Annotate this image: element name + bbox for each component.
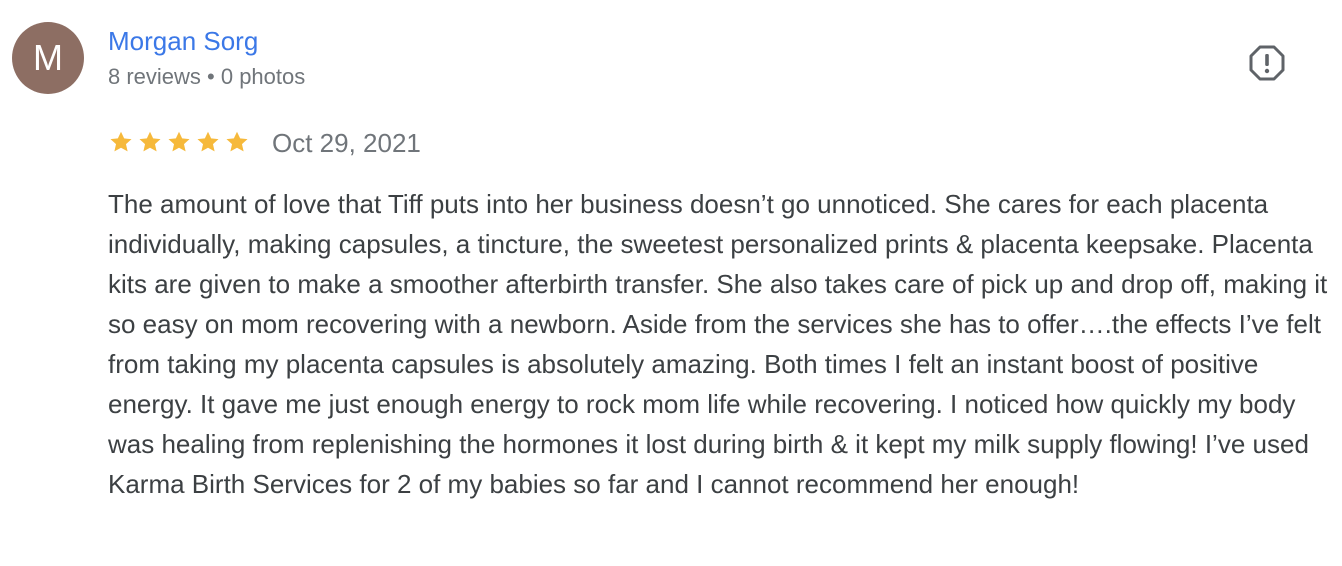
star-icon bbox=[110, 131, 132, 152]
star-rating bbox=[108, 129, 253, 157]
star-icon bbox=[197, 131, 219, 152]
report-button[interactable] bbox=[1248, 44, 1286, 82]
flag-alert-icon bbox=[1248, 44, 1286, 82]
star-icon bbox=[168, 131, 190, 152]
review-card: M Morgan Sorg 8 reviews • 0 photos Oct 2… bbox=[0, 0, 1342, 566]
review-date: Oct 29, 2021 bbox=[272, 128, 421, 158]
reviewer-meta: 8 reviews • 0 photos bbox=[108, 64, 306, 89]
star-icon bbox=[139, 131, 161, 152]
star-icon bbox=[226, 131, 248, 152]
reviewer-name-link[interactable]: Morgan Sorg bbox=[108, 26, 258, 57]
review-text: The amount of love that Tiff puts into h… bbox=[108, 189, 1328, 499]
avatar[interactable]: M bbox=[12, 22, 84, 94]
